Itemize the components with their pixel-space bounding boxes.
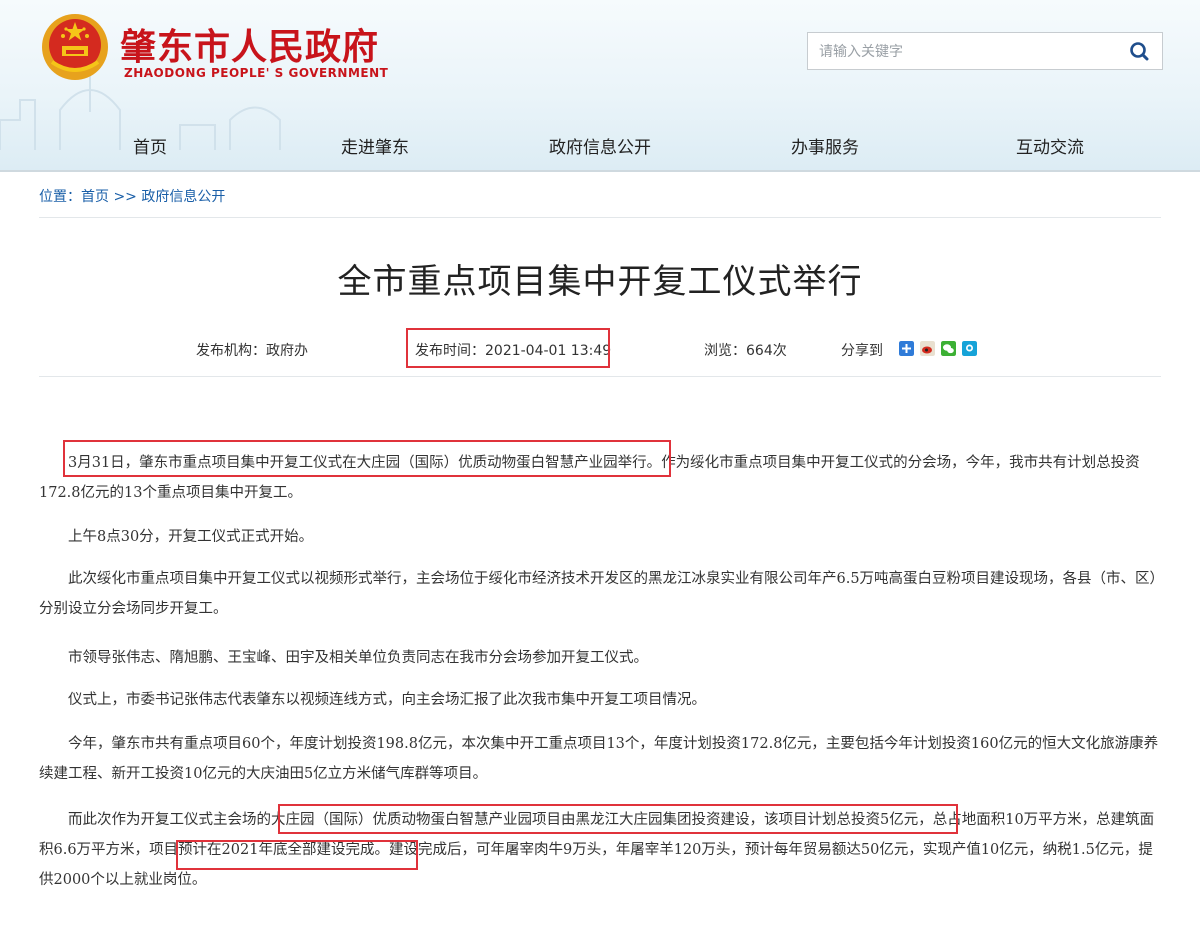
article-paragraph-1: 3月31日，肇东市重点项目集中开复工仪式在大庄园（国际）优质动物蛋白智慧产业园举… [39,448,1161,508]
meta-divider [39,376,1161,377]
nav-item-home[interactable]: 首页 [133,127,167,169]
site-title: 肇东市人民政府 [120,27,380,68]
article-paragraph-2: 上午8点30分，开复工仪式正式开始。 [68,529,314,545]
nav-item-gov-info[interactable]: 政府信息公开 [549,127,651,169]
weibo-share-icon[interactable] [920,341,935,356]
publish-time-label: 发布时间：2021-04-01 13:49 [415,343,612,359]
article-paragraph-5: 仪式上，市委书记张伟志代表肇东以视频连线方式，向主会场汇报了此次我市集中开复工项… [68,692,706,708]
nav-item-services[interactable]: 办事服务 [791,127,859,169]
breadcrumb-separator: >> [109,189,142,205]
paragraph-7-highlighted-text-1: 大庄园（国际）优质动物蛋白智慧产业园项目由黑龙江大庄园集团投资建设，该项目计划总… [271,812,933,828]
qzone-share-icon[interactable] [899,341,914,356]
article-paragraph-4: 市领导张伟志、隋旭鹏、王宝峰、田宇及相关单位负责同志在我市分会场参加开复工仪式。 [68,650,648,666]
article-paragraph-7: 而此次作为开复工仪式主会场的大庄园（国际）优质动物蛋白智慧产业园项目由黑龙江大庄… [39,805,1161,895]
main-nav: 首页 走进肇东 政府信息公开 办事服务 互动交流 [0,127,1200,169]
paragraph-1-highlighted-text: 3月31日，肇东市重点项目集中开复工仪式在大庄园（国际）优质动物蛋白智慧产业园举… [68,455,662,471]
wechat-share-icon[interactable] [941,341,956,356]
national-emblem-icon [42,14,108,80]
publisher-label: 发布机构：政府办 [196,343,308,359]
breadcrumb: 位置：首页 >> 政府信息公开 [39,186,225,206]
paragraph-7-text-a: 而此次作为开复工仪式主会场的 [68,812,271,828]
breadcrumb-home-link[interactable]: 首页 [81,189,109,205]
search-button[interactable] [1118,33,1162,69]
share-label: 分享到 [841,343,883,359]
site-subtitle: ZHAODONG PEOPLE' S GOVERNMENT [124,66,389,80]
search-icon [1130,42,1149,61]
nav-item-interaction[interactable]: 互动交流 [1016,127,1084,169]
search-box [807,32,1163,71]
article-title: 全市重点项目集中开复工仪式举行 [337,262,863,302]
breadcrumb-prefix: 位置： [39,189,81,205]
nav-item-about-zhaodong[interactable]: 走进肇东 [341,127,409,169]
search-input[interactable] [817,33,1121,71]
qq-share-icon[interactable] [962,341,977,356]
article-paragraph-3: 此次绥化市重点项目集中开复工仪式以视频形式举行，主会场位于绥化市经济技术开发区的… [39,571,1157,617]
breadcrumb-current-link[interactable]: 政府信息公开 [141,189,225,205]
breadcrumb-divider [39,217,1161,218]
site-header: 肇东市人民政府 ZHAODONG PEOPLE' S GOVERNMENT 首页… [0,0,1200,172]
views-count-label: 浏览：664次 [704,343,787,359]
header-divider [0,170,1200,172]
article-paragraph-6: 今年，肇东市共有重点项目60个，年度计划投资198.8亿元，本次集中开工重点项目… [39,736,1159,782]
paragraph-7-highlighted-text-2: 项目预计在2021年底全部建设完成。 [149,842,389,858]
